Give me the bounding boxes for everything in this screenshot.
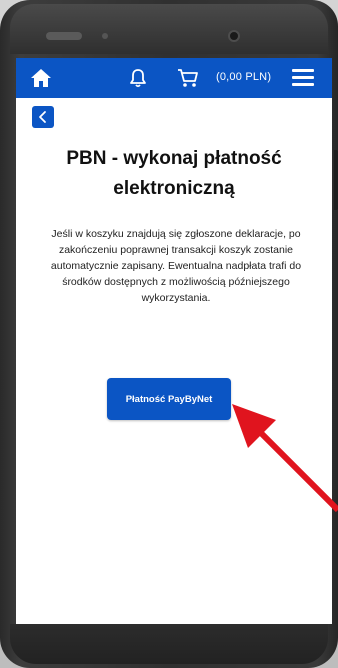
cart-amount[interactable]: (0,00 PLN) xyxy=(216,71,271,83)
chevron-left-icon xyxy=(39,111,46,123)
menu-bar xyxy=(292,83,314,86)
phone-sensor xyxy=(102,33,108,39)
bell-icon[interactable] xyxy=(128,67,148,89)
phone-speaker xyxy=(46,32,82,40)
phone-bottom-bezel xyxy=(10,624,328,664)
paybynet-payment-button[interactable]: Płatność PayByNet xyxy=(107,378,231,420)
menu-icon[interactable] xyxy=(292,69,314,87)
phone-frame: (0,00 PLN) PBN - wykonaj płatność elektr… xyxy=(0,0,338,668)
front-camera xyxy=(228,30,240,42)
phone-screen: (0,00 PLN) PBN - wykonaj płatność elektr… xyxy=(16,58,332,624)
phone-side-button xyxy=(334,150,338,210)
phone-top-bezel xyxy=(10,4,328,54)
cart-icon[interactable] xyxy=(176,67,200,89)
page-title: PBN - wykonaj płatność elektroniczną xyxy=(66,148,282,199)
page-description: Jeśli w koszyku znajdują się zgłoszone d… xyxy=(50,228,302,304)
top-navbar: (0,00 PLN) xyxy=(16,58,332,98)
home-icon[interactable] xyxy=(30,67,52,89)
menu-bar xyxy=(292,69,314,72)
menu-bar xyxy=(292,76,314,79)
back-button[interactable] xyxy=(32,106,54,128)
